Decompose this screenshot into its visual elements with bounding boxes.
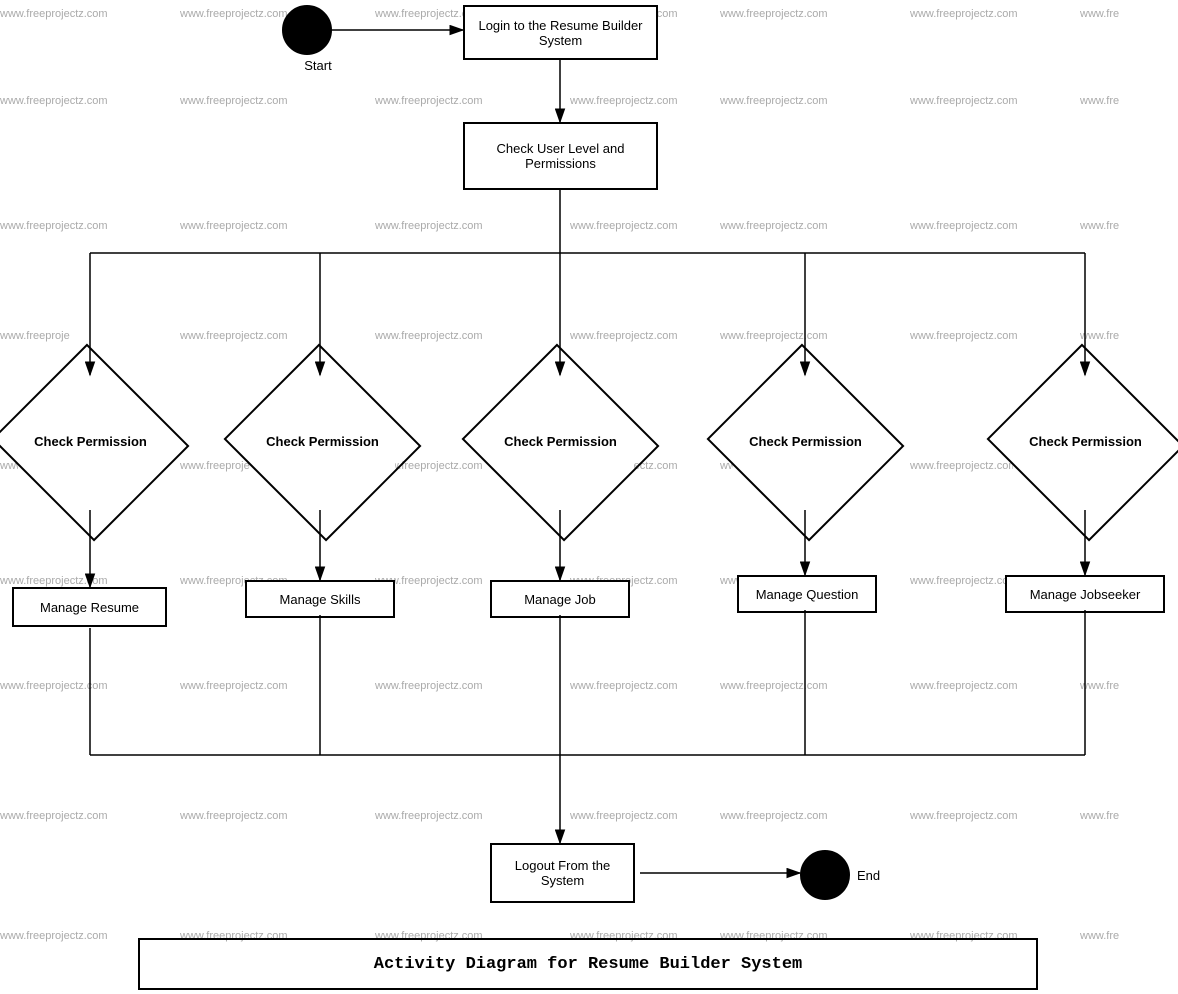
logout-box: Logout From the System (490, 843, 635, 903)
login-box: Login to the Resume Builder System (463, 5, 658, 60)
manage-jobseeker-label: Manage Jobseeker (1030, 587, 1141, 602)
manage-question-label: Manage Question (756, 587, 859, 602)
manage-skills-box: Manage Skills (245, 580, 395, 618)
start-circle (282, 5, 332, 55)
diagram-container: Start Login to the Resume Builder System… (0, 0, 1178, 994)
start-label: Start (293, 58, 343, 73)
manage-resume-label: Manage Resume (40, 600, 139, 615)
diamond-5: Check Permission (1013, 375, 1158, 510)
end-label: End (857, 868, 880, 883)
login-box-label: Login to the Resume Builder System (469, 18, 652, 48)
diamond-4-label: Check Permission (749, 434, 862, 451)
manage-skills-label: Manage Skills (280, 592, 361, 607)
bottom-title-box: Activity Diagram for Resume Builder Syst… (138, 938, 1038, 990)
manage-job-label: Manage Job (524, 592, 596, 607)
diamond-5-label: Check Permission (1029, 434, 1142, 451)
diamond-3: Check Permission (488, 375, 633, 510)
diamond-1-label: Check Permission (34, 434, 147, 451)
manage-question-box: Manage Question (737, 575, 877, 613)
manage-job-box: Manage Job (490, 580, 630, 618)
diamond-1: Check Permission (18, 375, 163, 510)
check-user-box: Check User Level and Permissions (463, 122, 658, 190)
end-circle (800, 850, 850, 900)
diamond-2: Check Permission (250, 375, 395, 510)
diamond-3-label: Check Permission (504, 434, 617, 451)
check-user-label: Check User Level and Permissions (469, 141, 652, 171)
diamond-2-label: Check Permission (266, 434, 379, 451)
diamond-4: Check Permission (733, 375, 878, 510)
logout-box-label: Logout From the System (496, 858, 629, 888)
manage-resume-box: Manage Resume (12, 587, 167, 627)
diagram-title: Activity Diagram for Resume Builder Syst… (374, 955, 802, 974)
manage-jobseeker-box: Manage Jobseeker (1005, 575, 1165, 613)
